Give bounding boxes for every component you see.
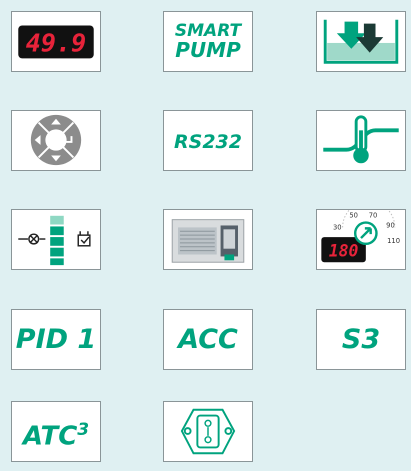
dial-display-tile: 30 50 70 90 110 180 (316, 209, 406, 270)
acc-label: ACC (178, 324, 238, 355)
dial-display-icon: 30 50 70 90 110 180 (321, 210, 400, 263)
dial-tick-30: 30 (333, 223, 342, 231)
smart-pump-tile: SMART PUMP (163, 11, 253, 72)
navigation-keypad-icon (30, 114, 82, 166)
circulator-unit-photo (171, 219, 245, 263)
pid1-tile: PID 1 (11, 309, 101, 370)
pump-level-bar-icon (18, 215, 91, 266)
atc3-label: ATC3 (12, 414, 100, 453)
connector-tile (163, 401, 253, 462)
pid1-label: PID 1 (15, 324, 97, 355)
dial-tick-50: 50 (349, 212, 358, 220)
rs232-label: RS232 (174, 131, 242, 153)
s3-tile: S3 (316, 309, 406, 370)
atc-text: ATC (22, 421, 78, 452)
dial-tick-70: 70 (369, 212, 378, 220)
s3-label: S3 (341, 324, 381, 355)
temperature-control-icon (323, 115, 399, 164)
acc-tile: ACC (163, 309, 253, 370)
digital-display-icon: 49.9 (18, 25, 94, 59)
keypad-tile (11, 110, 101, 171)
atc-superscript: 3 (77, 420, 90, 440)
unit-photo-tile (163, 209, 253, 270)
dial-tick-90: 90 (386, 221, 395, 229)
temp-control-tile (316, 110, 406, 171)
bath-fill-arrows-icon (323, 19, 399, 64)
dial-tick-110: 110 (387, 237, 400, 245)
bath-fill-tile (316, 11, 406, 72)
pump-label: PUMP (175, 38, 241, 62)
digital-display-tile: 49.9 (11, 11, 101, 72)
atc3-tile: ATC3 (11, 401, 101, 462)
rs232-tile: RS232 (163, 110, 253, 171)
dial-display-value: 180 (329, 241, 359, 260)
display-value: 49.9 (26, 29, 87, 58)
power-connector-icon (180, 408, 236, 455)
pump-level-tile (11, 209, 101, 270)
